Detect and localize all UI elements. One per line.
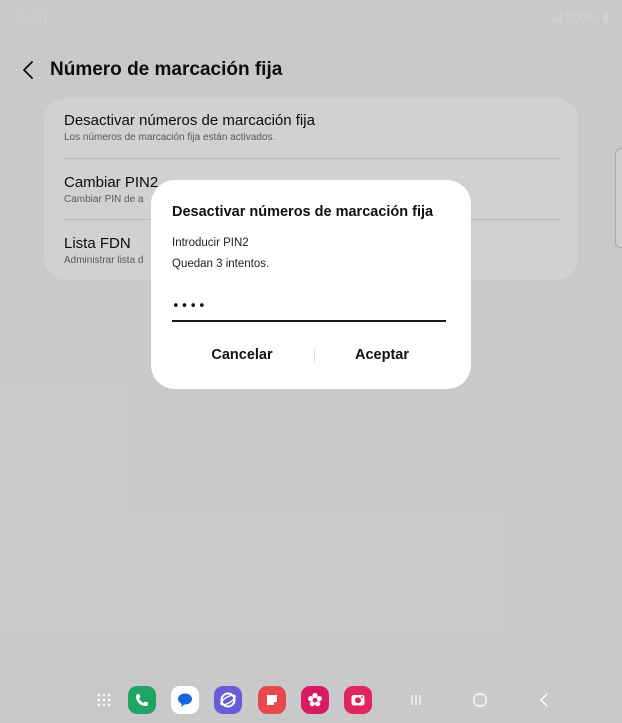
- phone-app-icon[interactable]: [128, 686, 156, 714]
- pin2-dialog: Desactivar números de marcación fija Int…: [151, 180, 471, 389]
- messages-app-icon[interactable]: [171, 686, 199, 714]
- apps-grid-icon[interactable]: [94, 690, 114, 710]
- dialog-prompt: Introducir PIN2: [172, 237, 249, 249]
- pin2-input[interactable]: [172, 292, 446, 322]
- accept-button[interactable]: Aceptar: [312, 340, 452, 370]
- recents-icon[interactable]: [406, 690, 426, 710]
- back-nav-icon[interactable]: [534, 690, 554, 710]
- notes-app-icon[interactable]: [258, 686, 286, 714]
- taskbar: [0, 684, 622, 720]
- camera-app-icon[interactable]: [344, 686, 372, 714]
- internet-app-icon[interactable]: [214, 686, 242, 714]
- dialog-attempts: Quedan 3 intentos.: [172, 258, 270, 270]
- dialog-title: Desactivar números de marcación fija: [172, 204, 434, 220]
- cancel-button[interactable]: Cancelar: [172, 340, 312, 370]
- home-icon[interactable]: [470, 690, 490, 710]
- gallery-app-icon[interactable]: [301, 686, 329, 714]
